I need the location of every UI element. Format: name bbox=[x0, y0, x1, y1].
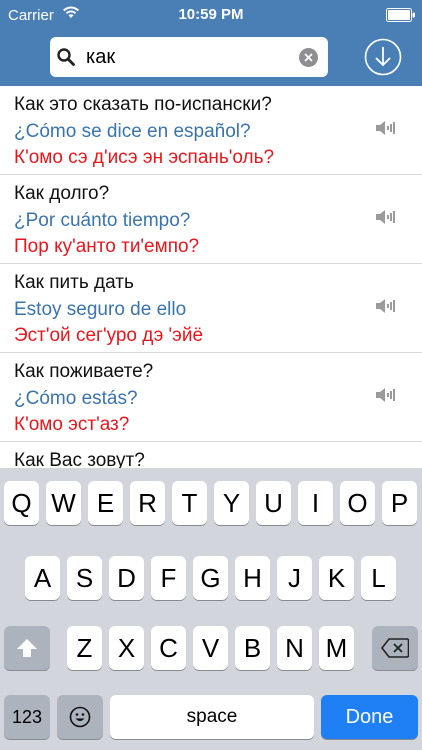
phrase-transcription: К'омо сэ д'исэ эн эспань'оль? bbox=[14, 147, 275, 168]
phrase-russian: Как Вас зовут? bbox=[14, 450, 145, 468]
key-r[interactable]: R bbox=[130, 481, 165, 525]
key-u[interactable]: U bbox=[256, 481, 291, 525]
speaker-icon[interactable] bbox=[374, 118, 396, 138]
key-d[interactable]: D bbox=[109, 556, 144, 600]
phrase-spanish: ¿Por cuánto tiempo? bbox=[14, 210, 191, 231]
key-s[interactable]: S bbox=[67, 556, 102, 600]
list-item[interactable]: Как поживаете? ¿Cómo estás? К'омо эст'аз… bbox=[0, 353, 422, 442]
delete-icon bbox=[381, 638, 409, 658]
key-p[interactable]: P bbox=[382, 481, 417, 525]
phrase-russian: Как это сказать по-испански? bbox=[14, 94, 272, 115]
key-y[interactable]: Y bbox=[214, 481, 249, 525]
key-c[interactable]: C bbox=[151, 626, 186, 670]
key-f[interactable]: F bbox=[151, 556, 186, 600]
key-i[interactable]: I bbox=[298, 481, 333, 525]
search-box[interactable] bbox=[50, 37, 328, 77]
key-o[interactable]: O bbox=[340, 481, 375, 525]
space-key[interactable]: space bbox=[110, 695, 314, 739]
speaker-icon[interactable] bbox=[374, 207, 396, 227]
phrase-russian: Как долго? bbox=[14, 183, 110, 204]
key-g[interactable]: G bbox=[193, 556, 228, 600]
phrase-transcription: Эст'ой сег'уро дэ 'эйё bbox=[14, 325, 204, 346]
emoji-icon bbox=[69, 706, 91, 728]
key-j[interactable]: J bbox=[277, 556, 312, 600]
delete-key[interactable] bbox=[372, 626, 418, 670]
search-icon bbox=[57, 48, 75, 66]
key-a[interactable]: A bbox=[25, 556, 60, 600]
search-input[interactable] bbox=[86, 37, 286, 77]
key-b[interactable]: B bbox=[235, 626, 270, 670]
list-item[interactable]: Как Вас зовут? bbox=[0, 442, 422, 468]
key-z[interactable]: Z bbox=[67, 626, 102, 670]
phrase-russian: Как поживаете? bbox=[14, 361, 154, 382]
phrase-list: Как это сказать по-испански? ¿Cómo se di… bbox=[0, 86, 422, 468]
download-icon[interactable] bbox=[364, 38, 402, 76]
header: Carrier 10:59 PM bbox=[0, 0, 422, 86]
key-m[interactable]: M bbox=[319, 626, 354, 670]
done-key[interactable]: Done bbox=[321, 695, 418, 739]
list-item[interactable]: Как пить дать Estoy seguro de ello Эст'о… bbox=[0, 264, 422, 353]
phrase-spanish: ¿Cómo se dice en español? bbox=[14, 121, 251, 142]
emoji-key[interactable] bbox=[57, 695, 103, 739]
clear-icon[interactable] bbox=[299, 48, 318, 67]
shift-key[interactable] bbox=[4, 626, 50, 670]
key-v[interactable]: V bbox=[193, 626, 228, 670]
phrase-transcription: К'омо эст'аз? bbox=[14, 414, 130, 435]
key-k[interactable]: K bbox=[319, 556, 354, 600]
clock: 10:59 PM bbox=[178, 6, 244, 23]
status-bar: Carrier 10:59 PM bbox=[0, 0, 422, 30]
key-t[interactable]: T bbox=[172, 481, 207, 525]
key-w[interactable]: W bbox=[46, 481, 81, 525]
key-e[interactable]: E bbox=[88, 481, 123, 525]
keyboard: Q W E R T Y U I O P A S D F G H J K L Z … bbox=[0, 468, 422, 750]
phrase-transcription: Пор ку'анто ти'емпо? bbox=[14, 236, 200, 257]
phrase-russian: Как пить дать bbox=[14, 272, 134, 293]
shift-icon bbox=[17, 639, 37, 657]
list-item[interactable]: Как долго? ¿Por cuánto tiempo? Пор ку'ан… bbox=[0, 175, 422, 264]
battery-icon bbox=[386, 8, 415, 22]
phrase-spanish: ¿Cómo estás? bbox=[14, 388, 138, 409]
speaker-icon[interactable] bbox=[374, 385, 396, 405]
key-q[interactable]: Q bbox=[4, 481, 39, 525]
key-x[interactable]: X bbox=[109, 626, 144, 670]
key-l[interactable]: L bbox=[361, 556, 396, 600]
list-item[interactable]: Как это сказать по-испански? ¿Cómo se di… bbox=[0, 86, 422, 175]
numbers-key[interactable]: 123 bbox=[4, 695, 50, 739]
phrase-spanish: Estoy seguro de ello bbox=[14, 299, 187, 320]
key-n[interactable]: N bbox=[277, 626, 312, 670]
key-h[interactable]: H bbox=[235, 556, 270, 600]
speaker-icon[interactable] bbox=[374, 296, 396, 316]
